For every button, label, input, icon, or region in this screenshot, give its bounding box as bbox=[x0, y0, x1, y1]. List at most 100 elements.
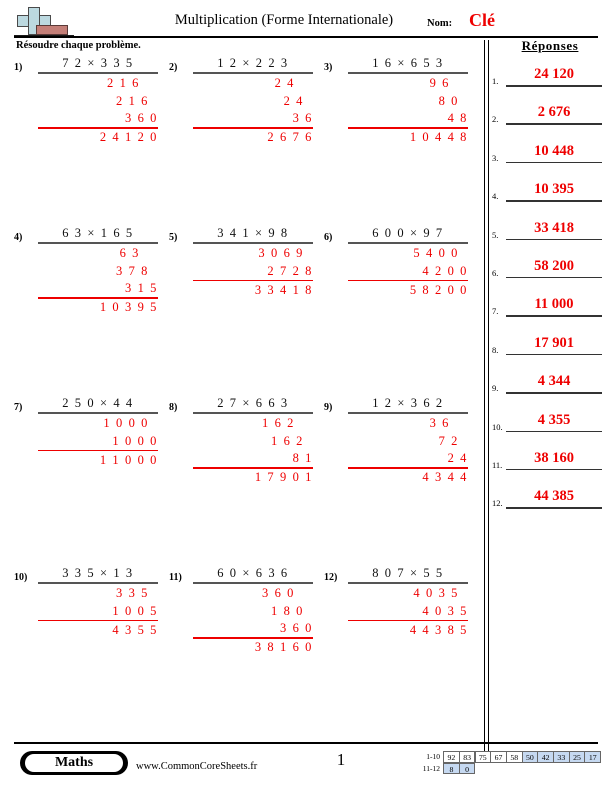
partial-product: 1 8 0 bbox=[271, 603, 304, 618]
problem-total: 2 6 7 6 bbox=[267, 130, 313, 145]
problem-total: 4 4 3 8 5 bbox=[409, 622, 468, 637]
answer-number: 1. bbox=[492, 76, 499, 86]
problem-expression: 8 0 7 × 5 5 bbox=[372, 566, 444, 580]
answer-row: 10. 4 355 bbox=[492, 408, 604, 446]
problem-number: 6) bbox=[324, 232, 333, 243]
answer-number: 4. bbox=[492, 191, 499, 202]
problem-top-rule bbox=[348, 72, 468, 74]
partial-product: 6 3 bbox=[119, 246, 140, 261]
answer-value: 38 160 bbox=[534, 449, 574, 466]
problem-expression: 1 2 × 2 2 3 bbox=[217, 56, 289, 70]
problem-sum-rule bbox=[38, 619, 158, 622]
answer-value: 10 395 bbox=[534, 181, 574, 198]
answer-row: 11. 38 160 bbox=[492, 446, 604, 484]
partial-product: 4 2 0 0 bbox=[422, 263, 468, 278]
problem-expression: 7 2 × 3 3 5 bbox=[62, 56, 134, 70]
problem-expression: 3 4 1 × 9 8 bbox=[217, 226, 289, 240]
answer-row: 1. 24 120 bbox=[492, 62, 604, 100]
partial-product: 2 7 2 8 bbox=[267, 263, 313, 278]
score-range-label: 11-12 bbox=[422, 763, 440, 773]
problem-body: 7 2 × 3 3 5 2 1 6 2 1 6 3 6 0 2 4 1 2 0 bbox=[38, 56, 158, 145]
problem-total: 3 8 1 6 0 bbox=[254, 640, 313, 655]
answer-number: 9. bbox=[492, 383, 499, 394]
answer-underline bbox=[506, 430, 602, 433]
score-conversion-table: 1-10 92 83 75 67 58 50 42 33 25 17 11-12 8 0 bbox=[408, 751, 602, 774]
problem-5: 5) 3 4 1 × 9 8 3 0 6 9 2 7 2 8 3 3 4 1 8 bbox=[169, 226, 324, 386]
problems-grid: 1) 7 2 × 3 3 52 1 62 1 63 6 02 4 1 2 0 2) 1… bbox=[14, 56, 480, 716]
problem-body: 2 5 0 × 4 4 1 0 0 0 1 0 0 0 1 1 0 0 0 bbox=[38, 396, 158, 468]
score-cell: 75 bbox=[474, 751, 492, 763]
answers-list: 1. 24 120 2. 2 676 3. 10 448 4. 10 395 5. 33 418 6… bbox=[492, 62, 604, 523]
answer-value: 58 200 bbox=[534, 257, 574, 274]
problem-body: 1 2 × 3 6 2 3 6 7 2 2 4 4 3 4 4 bbox=[348, 396, 468, 485]
problem-1: 1) 7 2 × 3 3 5 2 1 6 2 1 6 3 6 0 2 4 1 2 0 bbox=[14, 56, 169, 216]
partial-product: 1 0 0 0 bbox=[103, 416, 149, 431]
answer-underline bbox=[506, 392, 602, 394]
partial-product: 2 4 bbox=[283, 93, 304, 108]
problem-sum-rule bbox=[193, 279, 313, 282]
score-cell: 42 bbox=[537, 751, 554, 763]
answer-underline bbox=[506, 353, 602, 356]
partial-product: 1 6 2 bbox=[271, 433, 304, 448]
answer-underline bbox=[506, 276, 602, 279]
subject-label: Maths bbox=[54, 755, 94, 770]
problem-top-rule bbox=[193, 582, 313, 584]
score-cell: 17 bbox=[584, 751, 602, 763]
problem-7: 7) 2 5 0 × 4 4 1 0 0 0 1 0 0 0 1 1 0 0 0 bbox=[14, 396, 169, 556]
partial-product: 1 6 2 bbox=[262, 416, 295, 431]
instruction-text: Résoudre chaque problème. bbox=[16, 40, 141, 51]
problem-9: 9) 1 2 × 3 6 2 3 6 7 2 2 4 4 3 4 4 bbox=[324, 396, 479, 556]
problem-body: 8 0 7 × 5 5 4 0 3 5 4 0 3 5 4 4 3 8 5 bbox=[348, 566, 468, 638]
answer-value: 44 385 bbox=[534, 488, 574, 505]
problem-total: 4 3 4 4 bbox=[422, 470, 468, 485]
score-cell: 58 bbox=[505, 751, 523, 763]
answer-row: 5. 33 418 bbox=[492, 216, 604, 254]
problem-total: 1 7 9 0 1 bbox=[254, 470, 313, 485]
answer-underline bbox=[506, 507, 602, 509]
partial-product: 9 6 bbox=[429, 76, 450, 91]
partial-product: 3 0 6 9 bbox=[258, 246, 304, 261]
partial-product: 8 0 bbox=[438, 93, 459, 108]
answer-value: 11 000 bbox=[534, 296, 574, 313]
partial-product: 2 1 6 bbox=[107, 76, 140, 91]
answer-value: 2 676 bbox=[537, 104, 571, 121]
problem-2: 2) 1 2 × 2 2 3 2 4 2 4 3 6 2 6 7 6 bbox=[169, 56, 324, 216]
answer-number: 12. bbox=[492, 498, 503, 509]
problem-number: 4) bbox=[14, 232, 23, 243]
answers-column-divider bbox=[484, 40, 489, 752]
subject-badge-inner: Maths bbox=[25, 754, 123, 772]
problem-sum-rule bbox=[348, 127, 468, 129]
problem-expression: 6 0 × 6 3 6 bbox=[217, 566, 289, 580]
problem-expression: 3 3 5 × 1 3 bbox=[62, 566, 134, 580]
partial-product: 3 6 0 bbox=[125, 111, 158, 126]
answer-underline bbox=[506, 468, 602, 471]
problem-sum-rule bbox=[38, 297, 158, 299]
answer-value: 33 418 bbox=[534, 219, 574, 236]
problem-body: 1 6 × 6 5 3 9 6 8 0 4 8 1 0 4 4 8 bbox=[348, 56, 468, 145]
problem-sum-rule bbox=[348, 467, 468, 469]
problem-sum-rule bbox=[193, 467, 313, 469]
answer-underline bbox=[506, 161, 602, 164]
problem-top-rule bbox=[348, 582, 468, 584]
partial-product: 1 0 0 5 bbox=[112, 603, 158, 618]
score-cell: 83 bbox=[458, 751, 476, 763]
partial-product: 2 1 6 bbox=[116, 93, 149, 108]
problem-number: 10) bbox=[14, 572, 28, 583]
problem-8: 8) 2 7 × 6 6 3 1 6 2 1 6 2 8 1 1 7 9 0 1 bbox=[169, 396, 324, 556]
partial-product: 8 1 bbox=[292, 451, 313, 466]
answer-value: 10 448 bbox=[534, 142, 574, 159]
problem-number: 5) bbox=[169, 232, 178, 243]
problem-top-rule bbox=[193, 412, 313, 414]
page-title: Multiplication (Forme Internationale) bbox=[174, 12, 394, 28]
problem-body: 3 4 1 × 9 8 3 0 6 9 2 7 2 8 3 3 4 1 8 bbox=[193, 226, 313, 298]
partial-product: 3 6 bbox=[429, 416, 450, 431]
problem-top-rule bbox=[193, 242, 313, 244]
problem-number: 3) bbox=[324, 62, 333, 73]
score-cell: 67 bbox=[490, 751, 507, 763]
score-cell: 33 bbox=[553, 751, 570, 763]
problem-sum-rule bbox=[193, 127, 313, 129]
answer-row: 2. 2 676 bbox=[492, 100, 604, 138]
partial-product: 3 6 0 bbox=[262, 586, 295, 601]
partial-product: 5 4 0 0 bbox=[413, 246, 459, 261]
answer-underline bbox=[506, 315, 602, 317]
